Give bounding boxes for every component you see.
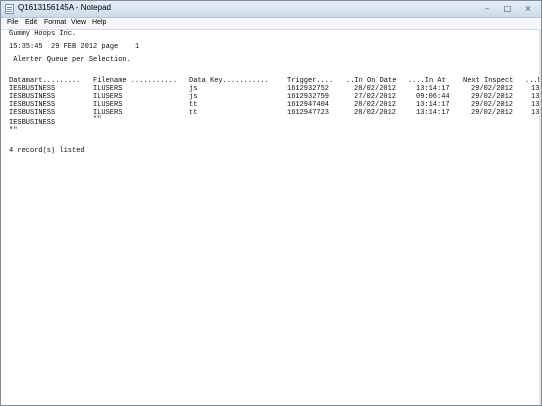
company-name: Gummy Hoops Inc. xyxy=(9,30,77,38)
cell-filename: ILUSERS xyxy=(93,101,123,109)
header-in-on-date: ..In On Date xyxy=(346,77,397,85)
cell-data-key: tt xyxy=(189,109,198,117)
cell-next-inspect: 29/02/2012 xyxy=(471,85,514,93)
menu-view[interactable]: View xyxy=(71,19,86,26)
vertical-scrollbar[interactable] xyxy=(539,30,541,405)
window-controls: – □ × xyxy=(478,3,535,15)
cell-in-on-date: 28/02/2012 xyxy=(354,109,397,117)
cell-in-at: 13:14:17 xyxy=(416,85,450,93)
report-timestamp: 15:35:45 29 FEB 2012 page 1 xyxy=(9,43,140,51)
menu-file[interactable]: File xyxy=(7,19,18,26)
cell-in-on-date: 27/02/2012 xyxy=(354,93,397,101)
cell-next-inspect: 29/02/2012 xyxy=(471,101,514,109)
cell-datamart: IESBUSINESS xyxy=(9,109,56,117)
cell-trigger: 1612947404 xyxy=(287,101,330,109)
row-marker: "" xyxy=(93,116,102,124)
cell-in-on-date: 28/02/2012 xyxy=(354,85,397,93)
cell-datamart: IESBUSINESS xyxy=(9,101,56,109)
cell-trigger: 1612947723 xyxy=(287,109,330,117)
cell-next-inspect: 29/02/2012 xyxy=(471,109,514,117)
group-line: IESBUSINESS xyxy=(9,119,56,127)
header-filename: Filename ........... xyxy=(93,77,178,85)
cell-trigger: 1612932752 xyxy=(287,85,330,93)
cell-filename: ILUSERS xyxy=(93,85,123,93)
cell-datamart: IESBUSINESS xyxy=(9,93,56,101)
cell-data-key: tt xyxy=(189,101,198,109)
cell-in-at: 13:14:17 xyxy=(416,101,450,109)
cell-in-at: 13:14:17 xyxy=(416,109,450,117)
notepad-window: Q1613156145A - Notepad – □ × File Edit F… xyxy=(0,0,542,406)
cell-next-inspect: 29/02/2012 xyxy=(471,93,514,101)
cell-trigger: 1612932759 xyxy=(287,93,330,101)
menu-bar: File Edit Format View Help xyxy=(1,18,541,30)
group-marker: "" xyxy=(9,127,18,135)
header-datamart: Datamart......... xyxy=(9,77,81,85)
record-count: 4 record(s) listed xyxy=(9,147,85,155)
title-bar[interactable]: Q1613156145A - Notepad – □ × xyxy=(1,1,541,18)
report-subtitle: Alerter Queue per Selection. xyxy=(9,56,131,64)
text-editor[interactable]: Gummy Hoops Inc. 15:35:45 29 FEB 2012 pa… xyxy=(5,30,541,405)
cell-in-at: 09:06:44 xyxy=(416,93,450,101)
header-data-key: Data Key........... xyxy=(189,77,269,85)
menu-edit[interactable]: Edit xyxy=(25,19,37,26)
cell-in-on-date: 28/02/2012 xyxy=(354,101,397,109)
notepad-app-icon xyxy=(5,4,14,14)
header-in-at: ....In At xyxy=(408,77,446,85)
minimize-button[interactable]: – xyxy=(480,3,494,14)
menu-help[interactable]: Help xyxy=(92,19,106,26)
cell-data-key: js xyxy=(189,93,198,101)
close-button[interactable]: × xyxy=(521,3,535,14)
header-next-inspect: Next Inspect xyxy=(463,77,514,85)
header-trigger: Trigger.... xyxy=(287,77,334,85)
cell-data-key: js xyxy=(189,85,198,93)
cell-datamart: IESBUSINESS xyxy=(9,85,56,93)
window-title: Q1613156145A - Notepad xyxy=(18,3,111,12)
menu-format[interactable]: Format xyxy=(44,19,66,26)
cell-filename: ILUSERS xyxy=(93,93,123,101)
maximize-button[interactable]: □ xyxy=(501,3,515,14)
